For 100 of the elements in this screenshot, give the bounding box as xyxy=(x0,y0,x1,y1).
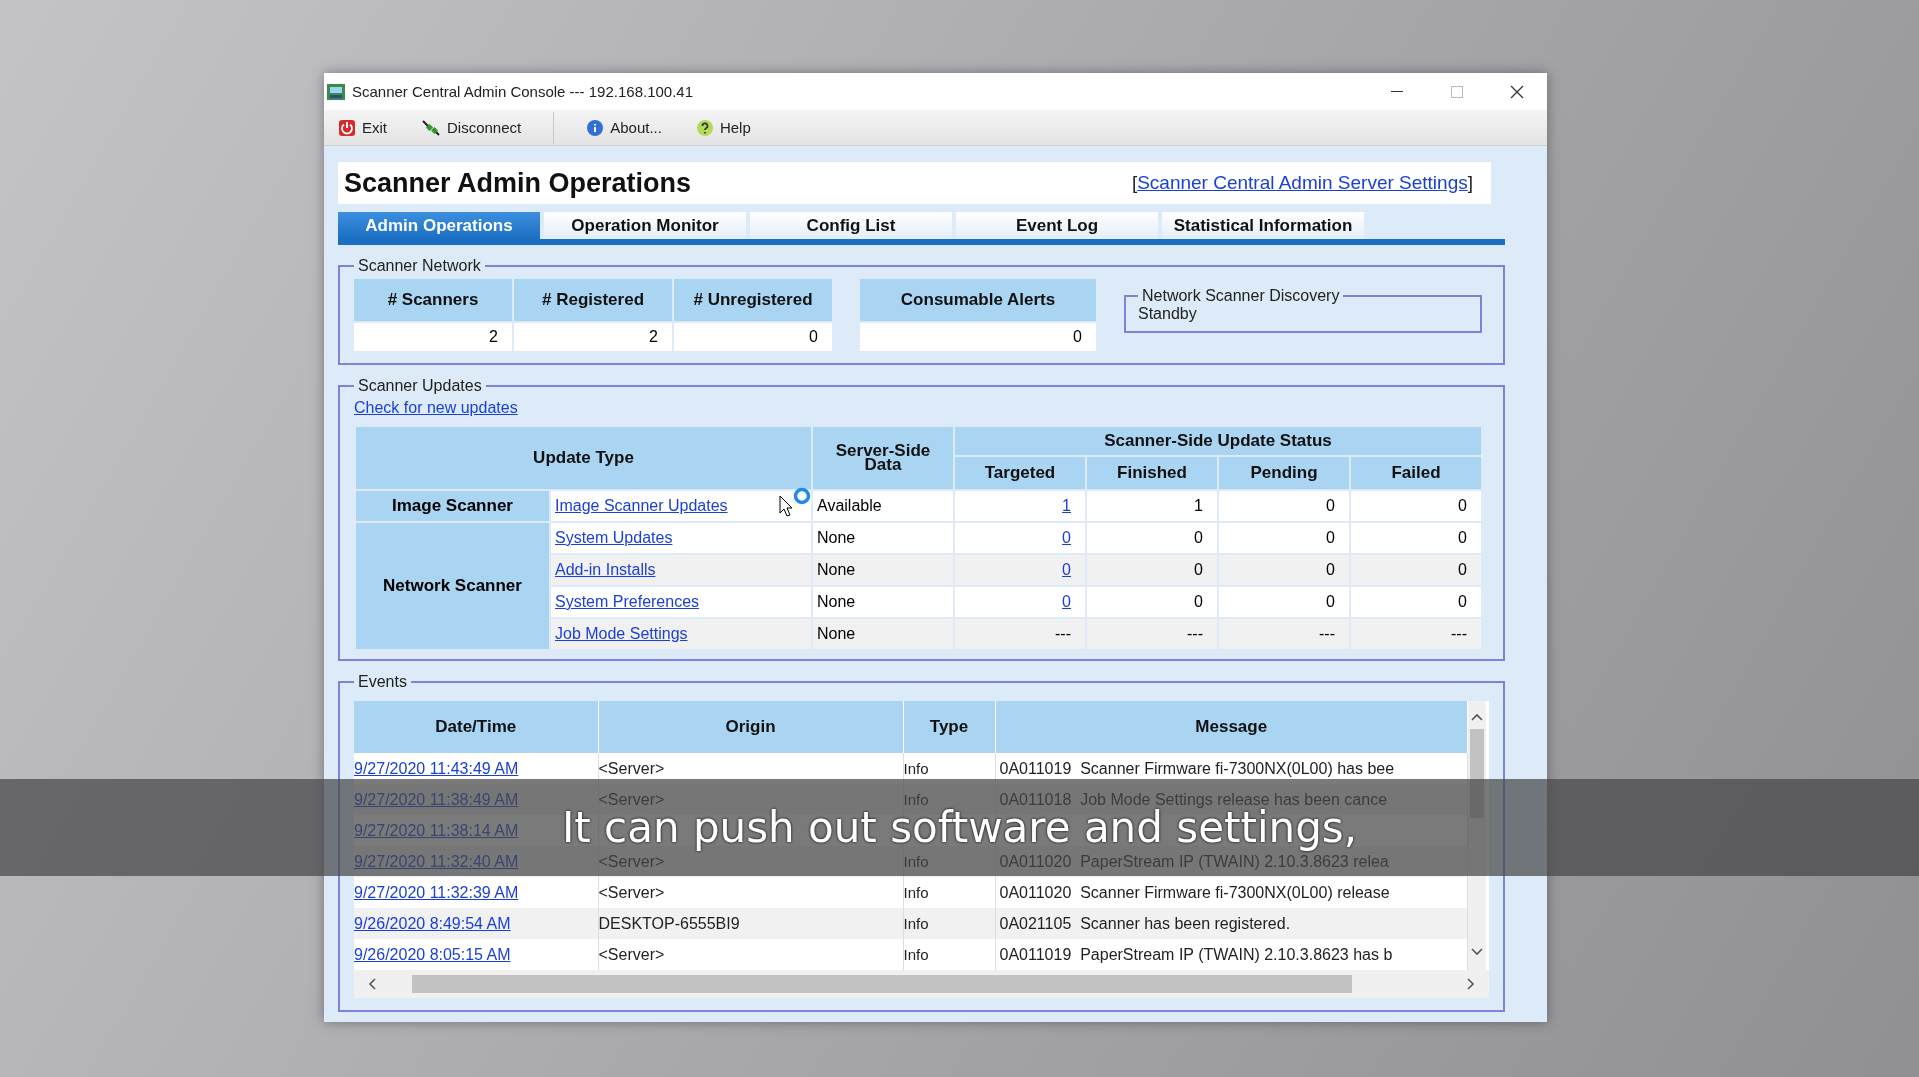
tab[interactable]: Statistical Information xyxy=(1162,212,1364,239)
column-header: Targeted xyxy=(955,457,1085,489)
table-cell: 0 xyxy=(1087,523,1217,553)
table-cell: 1 xyxy=(1087,491,1217,521)
page-title: Scanner Admin Operations xyxy=(344,167,692,199)
scroll-left-icon[interactable] xyxy=(368,978,376,990)
table-cell: None xyxy=(813,523,953,553)
table-cell: 0A011019 Scanner Firmware fi-7300NX(0L00) has bee xyxy=(999,759,1395,777)
check-updates-link[interactable]: Check for new updates xyxy=(354,399,518,416)
column-header: # Scanners xyxy=(354,279,512,321)
column-header: Consumable Alerts xyxy=(860,279,1096,321)
tab[interactable]: Event Log xyxy=(956,212,1158,239)
table-cell: DESKTOP-6555BI9 xyxy=(598,914,740,932)
table-cell: --- xyxy=(955,619,1085,649)
targeted-link[interactable]: 1 xyxy=(1062,497,1071,514)
help-icon xyxy=(695,118,714,137)
column-header: Date/Time xyxy=(354,701,598,753)
table-cell: 0A011018 Job Mode Settings release has been cance xyxy=(999,790,1388,808)
discovery-status: Standby xyxy=(1138,305,1197,322)
table-cell: Available xyxy=(813,491,953,521)
column-header: # Unregistered xyxy=(674,279,832,321)
group-legend: Scanner Updates xyxy=(354,377,486,395)
toolbar-button[interactable]: Disconnect xyxy=(419,116,524,139)
table-cell: Info xyxy=(903,759,929,777)
table-cell: 0 xyxy=(1219,523,1349,553)
table-cell: None xyxy=(813,619,953,649)
column-header: # Registered xyxy=(514,279,672,321)
table-cell: 0A011020 PaperStream IP (TWAIN) 2.10.3.8623 relea xyxy=(999,852,1389,870)
column-header: Origin xyxy=(598,701,903,753)
event-date-link[interactable]: 9/27/2020 11:32:39 AM xyxy=(354,883,519,901)
row-header: Network Scanner xyxy=(356,523,549,649)
column-header: Type xyxy=(903,701,995,753)
scroll-up-icon[interactable] xyxy=(1471,713,1483,721)
tab[interactable]: Config List xyxy=(750,212,952,239)
table-cell: 0A021105 Scanner has been registered. xyxy=(999,914,1291,932)
toolbar-button[interactable]: Help xyxy=(693,116,753,139)
toolbar-button[interactable]: Exit xyxy=(336,116,389,139)
targeted-link[interactable]: 0 xyxy=(1062,593,1071,610)
table-cell: Info xyxy=(903,914,929,932)
window-title: Scanner Central Admin Console --- 192.168.100.41 xyxy=(352,83,695,100)
table-cell: 0A011019 PaperStream IP (TWAIN) 2.10.3.8623 has b xyxy=(999,945,1393,963)
scroll-down-icon[interactable] xyxy=(1471,948,1483,956)
column-header: Update Type xyxy=(356,427,811,489)
column-header: Finished xyxy=(1087,457,1217,489)
table-cell: 2 xyxy=(514,323,672,351)
tab[interactable]: Admin Operations xyxy=(338,212,540,239)
table-cell: <Server> xyxy=(598,883,665,901)
horizontal-scrollbar[interactable] xyxy=(354,970,1489,998)
table-cell: 0 xyxy=(1087,587,1217,617)
table-cell: 0 xyxy=(1087,555,1217,585)
row-header: Image Scanner xyxy=(356,491,549,521)
power-icon xyxy=(338,118,356,137)
event-date-link[interactable]: 9/26/2020 8:05:15 AM xyxy=(354,945,511,963)
group-legend: Network Scanner Discovery xyxy=(1138,287,1344,305)
column-header: Pending xyxy=(1219,457,1349,489)
table-cell: 0 xyxy=(1219,555,1349,585)
table-cell: Info xyxy=(903,852,929,870)
table-cell: --- xyxy=(1087,619,1217,649)
close-icon xyxy=(1510,84,1524,99)
table-cell: None xyxy=(813,555,953,585)
tab[interactable]: Operation Monitor xyxy=(544,212,746,239)
minimize-icon xyxy=(1391,91,1403,92)
table-cell: 0 xyxy=(1351,491,1481,521)
table-cell: Info xyxy=(903,790,929,808)
table-cell: 0 xyxy=(1351,555,1481,585)
table-cell: <Server> xyxy=(598,790,665,808)
column-header: Server-Side Data xyxy=(813,427,953,489)
event-date-link[interactable]: 9/27/2020 11:43:49 AM xyxy=(354,759,519,777)
table-cell: 0 xyxy=(674,323,832,351)
table-cell: <Server> xyxy=(598,945,665,963)
table-cell: Info xyxy=(903,945,929,963)
column-header: Failed xyxy=(1351,457,1481,489)
group-legend: Events xyxy=(354,673,411,691)
table-cell: 0 xyxy=(1351,523,1481,553)
targeted-link[interactable]: 0 xyxy=(1062,561,1071,578)
table-cell: None xyxy=(813,587,953,617)
table-cell: 2 xyxy=(354,323,512,351)
app-icon xyxy=(326,81,346,102)
info-icon xyxy=(586,118,605,137)
targeted-link[interactable]: 0 xyxy=(1062,529,1071,546)
table-cell: --- xyxy=(1351,619,1481,649)
table-cell: 0 xyxy=(1219,587,1349,617)
table-cell: <Server> xyxy=(598,852,665,870)
bracket: [ xyxy=(1131,172,1138,194)
group-legend: Scanner Network xyxy=(354,257,485,275)
plug-icon xyxy=(421,118,441,137)
pointer-icon xyxy=(779,495,793,517)
table-cell: --- xyxy=(1219,619,1349,649)
maximize-icon xyxy=(1451,85,1463,98)
spinner-icon xyxy=(793,487,811,505)
table-cell: 0 xyxy=(1351,587,1481,617)
column-header: Message xyxy=(995,701,1468,753)
table-cell: 0A011020 Scanner Firmware fi-7300NX(0L00) release xyxy=(999,883,1390,901)
table-cell: 0 xyxy=(860,323,1096,351)
scroll-right-icon[interactable] xyxy=(1467,978,1475,990)
scroll-thumb[interactable] xyxy=(411,975,1352,993)
toolbar-button[interactable]: About... xyxy=(584,116,664,139)
settings-link[interactable]: Scanner Central Admin Server Settings xyxy=(1137,172,1468,194)
table-cell: Info xyxy=(903,883,929,901)
bracket: ] xyxy=(1467,172,1473,194)
